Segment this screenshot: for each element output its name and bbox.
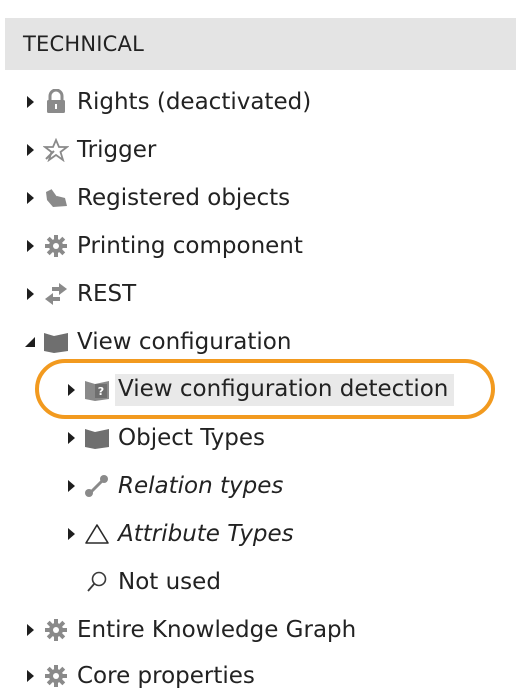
- expand-arrow-icon[interactable]: [64, 477, 78, 495]
- tree-item-label: Trigger: [77, 137, 157, 163]
- tree-item-label: View configuration: [77, 329, 292, 355]
- rest-icon: [41, 280, 71, 308]
- tree-item-label: Printing component: [77, 233, 303, 259]
- tree-item-label: Relation types: [118, 473, 284, 499]
- tree-item-relation-types[interactable]: Relation types: [64, 464, 283, 508]
- tree-item-trigger[interactable]: Trigger: [23, 128, 156, 172]
- tree-item-not-used[interactable]: Not used: [78, 560, 221, 604]
- folder-icon: [82, 424, 112, 452]
- registered-objects-icon: [41, 184, 71, 212]
- expand-arrow-icon[interactable]: [23, 285, 37, 303]
- tree-item-attribute-types[interactable]: Attribute Types: [64, 512, 294, 556]
- gear-icon: [41, 232, 71, 260]
- gear-icon: [41, 662, 71, 690]
- tree-item-entire-knowledge-graph[interactable]: Entire Knowledge Graph: [23, 608, 356, 652]
- tree-item-rights[interactable]: Rights (deactivated): [23, 80, 311, 124]
- expand-arrow-icon[interactable]: [23, 667, 37, 685]
- expand-arrow-icon[interactable]: [23, 621, 37, 639]
- gear-icon: [41, 616, 71, 644]
- tree-item-label: Object Types: [118, 425, 266, 451]
- tree-item-core-properties[interactable]: Core properties: [23, 654, 255, 698]
- expand-arrow-icon[interactable]: [64, 525, 78, 543]
- expand-arrow-icon[interactable]: [23, 237, 37, 255]
- expand-arrow-icon[interactable]: [23, 189, 37, 207]
- triangle-icon: [82, 520, 112, 548]
- tree-item-label: Rights (deactivated): [77, 89, 312, 115]
- folder-icon: [41, 328, 71, 356]
- tree-item-view-configuration-detection[interactable]: ? View configuration detection: [64, 368, 455, 412]
- folder-question-icon: ?: [82, 376, 112, 404]
- trigger-icon: [41, 136, 71, 164]
- lock-icon: [41, 88, 71, 116]
- svg-text:?: ?: [98, 385, 104, 398]
- tree-item-label: REST: [77, 281, 137, 307]
- expand-arrow-icon[interactable]: [23, 93, 37, 111]
- tree-item-rest[interactable]: REST: [23, 272, 136, 316]
- expand-arrow-icon[interactable]: [23, 141, 37, 159]
- panel-title: TECHNICAL: [23, 32, 144, 56]
- tree-item-printing-component[interactable]: Printing component: [23, 224, 303, 268]
- collapse-arrow-icon[interactable]: [23, 333, 37, 351]
- expand-arrow-icon[interactable]: [64, 429, 78, 447]
- tree-item-label: Registered objects: [77, 185, 291, 211]
- tree-item-object-types[interactable]: Object Types: [64, 416, 265, 460]
- expand-arrow-icon[interactable]: [64, 381, 78, 399]
- tree-item-registered-objects[interactable]: Registered objects: [23, 176, 290, 220]
- tree-item-label: Entire Knowledge Graph: [77, 617, 357, 643]
- panel-header: TECHNICAL: [5, 18, 516, 70]
- relation-icon: [82, 472, 112, 500]
- tree-item-view-configuration[interactable]: View configuration: [23, 320, 291, 364]
- search-icon: [82, 568, 112, 596]
- tree-item-label: Attribute Types: [118, 521, 294, 547]
- tree-item-label: Not used: [118, 569, 221, 595]
- tree-item-label: Core properties: [77, 663, 255, 689]
- tree-item-label: View configuration detection: [115, 374, 455, 406]
